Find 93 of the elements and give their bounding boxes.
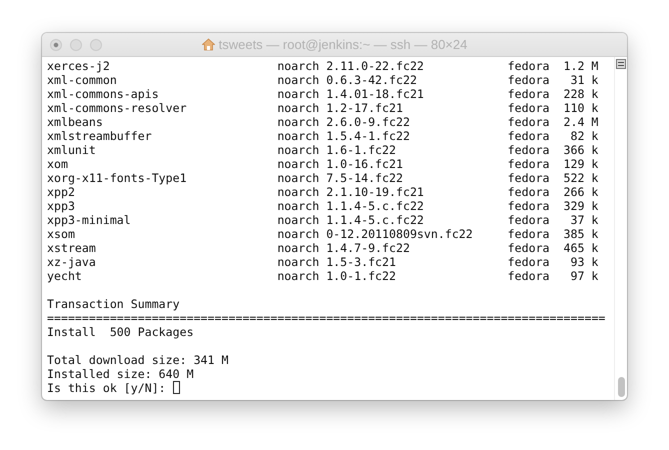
- package-name: xml-common: [47, 73, 118, 87]
- package-name: xml-commons-apis: [47, 87, 160, 101]
- package-name: xorg-x11-fonts-Type1: [47, 171, 188, 185]
- package-name: xpp3-minimal: [47, 213, 132, 227]
- package-size: 385 k: [562, 227, 598, 241]
- package-repo: fedora: [508, 157, 551, 171]
- install-count: Install 500 Packages: [47, 325, 194, 339]
- package-repo: fedora: [508, 87, 551, 101]
- package-name: xz-java: [47, 255, 97, 269]
- package-name: xstream: [47, 241, 97, 255]
- package-version: 1.6-1.fc22: [326, 143, 397, 157]
- minimize-button[interactable]: [70, 38, 82, 50]
- package-version: 1.5-3.fc21: [326, 255, 397, 269]
- package-size: 465 k: [562, 241, 598, 255]
- scrollbar-thumb[interactable]: [618, 377, 624, 397]
- package-repo: fedora: [508, 269, 551, 283]
- package-version: 7.5-14.fc22: [326, 171, 404, 185]
- package-arch: noarch: [277, 241, 320, 255]
- package-size: 228 k: [562, 87, 598, 101]
- package-repo: fedora: [508, 199, 551, 213]
- package-arch: noarch: [277, 101, 320, 115]
- separator-line: ================================================================================: [47, 311, 606, 325]
- package-repo: fedora: [508, 129, 551, 143]
- package-version: 1.5.4-1.fc22: [326, 129, 411, 143]
- package-version: 1.1.4-5.c.fc22: [326, 213, 425, 227]
- package-version: 0.6.3-42.fc22: [326, 73, 418, 87]
- package-repo: fedora: [508, 185, 551, 199]
- package-arch: noarch: [277, 129, 320, 143]
- package-repo: fedora: [508, 73, 551, 87]
- package-size: 329 k: [562, 199, 598, 213]
- package-version: 2.11.0-22.fc22: [326, 59, 425, 73]
- package-arch: noarch: [277, 157, 320, 171]
- package-size: 31 k: [569, 73, 598, 87]
- package-name: xerces-j2: [47, 59, 111, 73]
- prompt-text: Is this ok [y/N]:: [47, 381, 167, 395]
- package-arch: noarch: [277, 185, 320, 199]
- package-version: 1.0-16.fc21: [326, 157, 404, 171]
- package-size: 97 k: [569, 269, 598, 283]
- package-version: 2.6.0-9.fc22: [326, 115, 411, 129]
- size-line: Total download size: 341 M: [47, 353, 228, 367]
- size-line: Installed size: 640 M: [47, 367, 194, 381]
- package-version: 2.1.10-19.fc21: [326, 185, 425, 199]
- package-size: 266 k: [562, 185, 598, 199]
- package-size: 110 k: [562, 101, 598, 115]
- package-repo: fedora: [508, 115, 551, 129]
- package-version: 1.0-1.fc22: [326, 269, 397, 283]
- package-size: 93 k: [569, 255, 598, 269]
- package-version: 1.4.7-9.fc22: [326, 241, 411, 255]
- home-icon: [202, 38, 215, 51]
- package-arch: noarch: [277, 87, 320, 101]
- package-repo: fedora: [508, 143, 551, 157]
- package-arch: noarch: [277, 73, 320, 87]
- package-arch: noarch: [277, 171, 320, 185]
- package-name: xmlstreambuffer: [47, 129, 153, 143]
- package-repo: fedora: [508, 255, 551, 269]
- package-version: 0-12.20110809svn.fc22: [326, 227, 474, 241]
- package-size: 366 k: [562, 143, 598, 157]
- package-size: 1.2 M: [562, 59, 598, 73]
- package-version: 1.2-17.fc21: [326, 101, 404, 115]
- package-repo: fedora: [508, 101, 551, 115]
- cursor: [172, 381, 180, 394]
- package-arch: noarch: [277, 143, 320, 157]
- package-repo: fedora: [508, 227, 551, 241]
- package-repo: fedora: [508, 241, 551, 255]
- package-arch: noarch: [277, 115, 320, 129]
- package-size: 129 k: [562, 157, 598, 171]
- package-arch: noarch: [277, 227, 320, 241]
- package-size: 37 k: [569, 213, 598, 227]
- package-arch: noarch: [277, 199, 320, 213]
- package-name: xmlbeans: [47, 115, 104, 129]
- package-arch: noarch: [277, 59, 320, 73]
- package-repo: fedora: [508, 171, 551, 185]
- package-repo: fedora: [508, 59, 551, 73]
- package-name: xmlunit: [47, 143, 97, 157]
- zoom-button[interactable]: [90, 38, 102, 50]
- package-size: 2.4 M: [562, 115, 598, 129]
- package-name: xpp2: [47, 185, 76, 199]
- close-button[interactable]: [50, 38, 62, 50]
- package-size: 522 k: [562, 171, 598, 185]
- split-pane-icon[interactable]: [616, 59, 626, 69]
- package-repo: fedora: [508, 213, 551, 227]
- package-arch: noarch: [277, 213, 320, 227]
- package-version: 1.4.01-18.fc21: [326, 87, 425, 101]
- package-name: yecht: [47, 269, 83, 283]
- package-name: xsom: [47, 227, 76, 241]
- package-version: 1.1.4-5.c.fc22: [326, 199, 425, 213]
- package-name: xpp3: [47, 199, 76, 213]
- package-arch: noarch: [277, 255, 320, 269]
- package-name: xom: [47, 157, 69, 171]
- package-size: 82 k: [569, 129, 598, 143]
- summary-heading: Transaction Summary: [47, 297, 180, 311]
- package-name: xml-commons-resolver: [47, 101, 188, 115]
- package-arch: noarch: [277, 269, 320, 283]
